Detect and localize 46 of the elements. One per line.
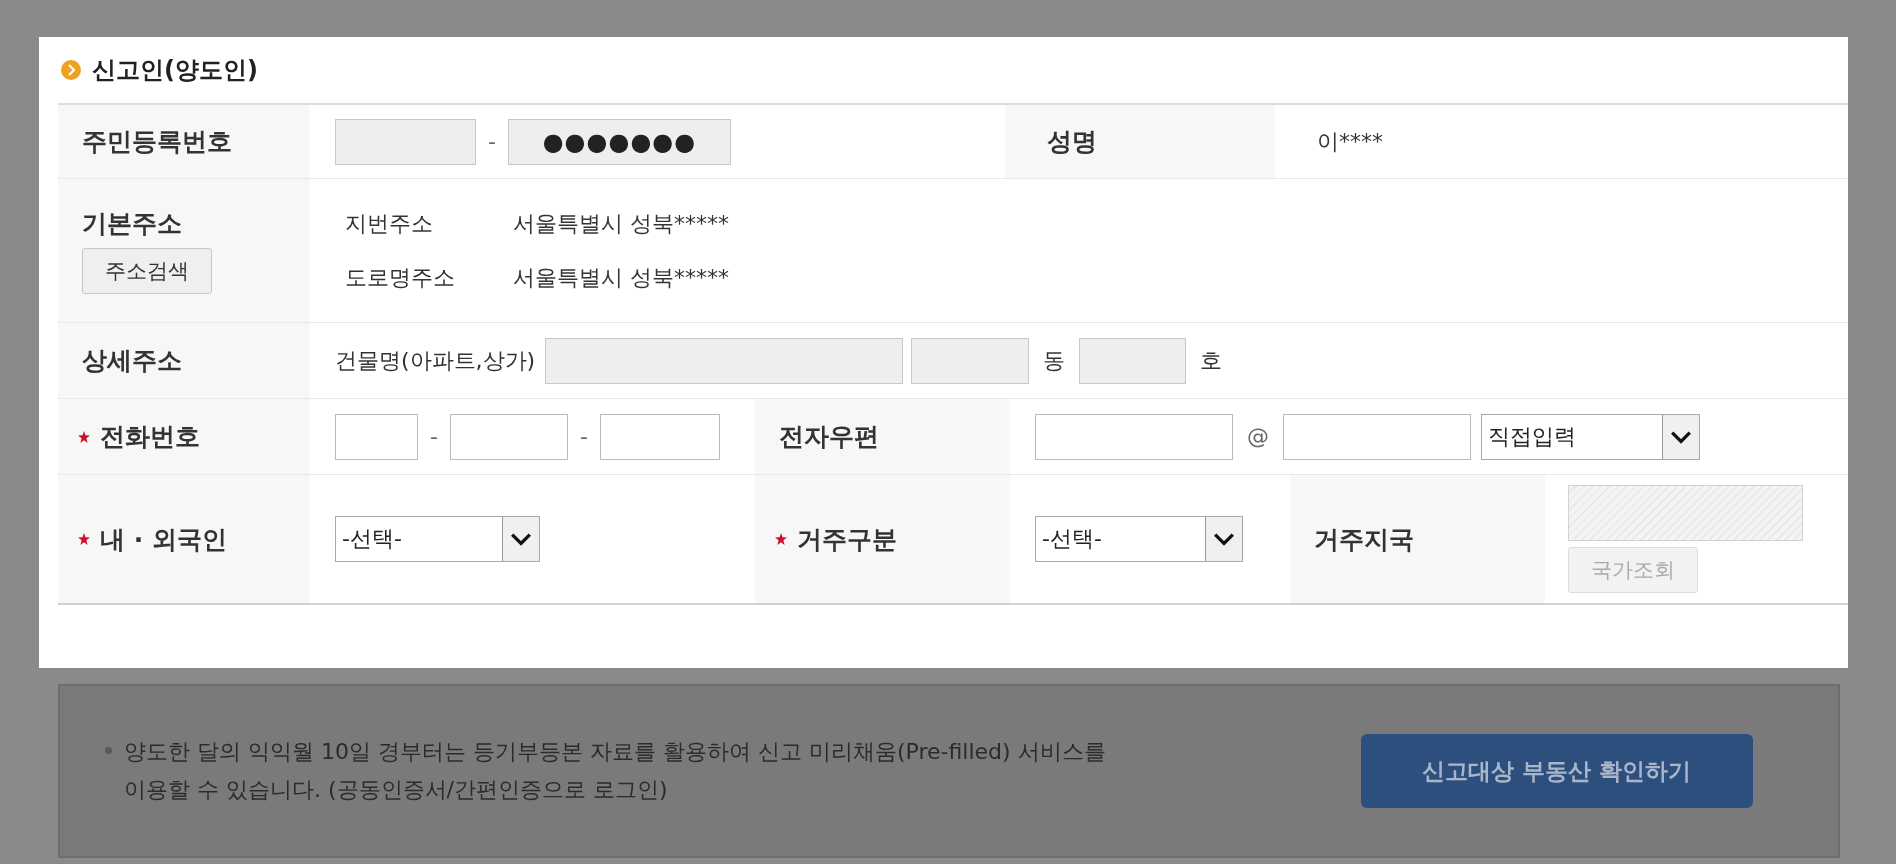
separator-text: - xyxy=(430,424,438,449)
chevron-down-icon xyxy=(1670,429,1692,444)
address-type-label: 지번주소 xyxy=(345,209,434,238)
nationality-select[interactable]: -선택- xyxy=(335,516,540,562)
required-icon xyxy=(78,533,90,545)
input-field[interactable] xyxy=(449,413,568,460)
input-field[interactable] xyxy=(1079,337,1187,384)
ho-label: 호 xyxy=(1200,346,1223,375)
input-field[interactable] xyxy=(1283,413,1471,460)
email-domain-select[interactable]: 직접입력 xyxy=(1481,413,1700,460)
check-property-button[interactable]: 신고대상 부동산 확인하기 xyxy=(1361,734,1753,808)
notice-text: 양도한 달의 익익월 10일 경부터는 등기부등본 자료를 활용하여 신고 미리채움(Pre-filled) 서비스를 이용할 수 있습니다. (공동인증서/간편인증으로 로그인) xyxy=(124,738,1107,804)
input-field[interactable] xyxy=(911,337,1030,384)
address-value: 서울특별시 성북***** xyxy=(513,263,729,292)
input-field[interactable] xyxy=(545,337,904,384)
address-type-label: 도로명주소 xyxy=(345,263,456,292)
required-icon xyxy=(775,533,787,545)
input-field[interactable] xyxy=(335,118,476,165)
at-sign-text: @ xyxy=(1247,424,1269,449)
section-title: 신고인(양도인) xyxy=(92,55,258,86)
required-icon xyxy=(78,430,90,443)
field-label: 전자우편 xyxy=(779,421,879,453)
separator-text: - xyxy=(488,129,496,154)
arrow-circle-icon xyxy=(60,59,82,81)
field-label: 거주구분 xyxy=(797,523,897,556)
field-label: 전화번호 xyxy=(100,421,200,453)
field-label: 기본주소 xyxy=(82,208,182,240)
field-label: 주민등록번호 xyxy=(82,126,232,158)
input-field[interactable] xyxy=(599,413,720,460)
address-search-button[interactable]: 주소검색 xyxy=(82,248,212,294)
input-field[interactable] xyxy=(1035,413,1233,460)
field-label: 성명 xyxy=(1047,126,1097,158)
dong-label: 동 xyxy=(1043,346,1066,375)
field-label: 내 · 외국인 xyxy=(100,523,227,556)
address-value: 서울특별시 성북***** xyxy=(513,209,729,238)
separator-text: - xyxy=(579,424,588,449)
residency-select[interactable]: -선택- xyxy=(1035,516,1243,562)
name-value: 이**** xyxy=(1317,127,1383,156)
bullet-icon xyxy=(105,747,112,754)
chevron-down-icon xyxy=(510,532,532,546)
building-name-label: 건물명(아파트,상가) xyxy=(335,346,536,375)
field-label: 상세주소 xyxy=(82,345,182,377)
input-field[interactable]: ●●●●●●● xyxy=(507,118,731,165)
field-label: 거주지국 xyxy=(1314,523,1414,556)
chevron-down-icon xyxy=(1213,532,1235,546)
input-field[interactable] xyxy=(335,413,418,460)
